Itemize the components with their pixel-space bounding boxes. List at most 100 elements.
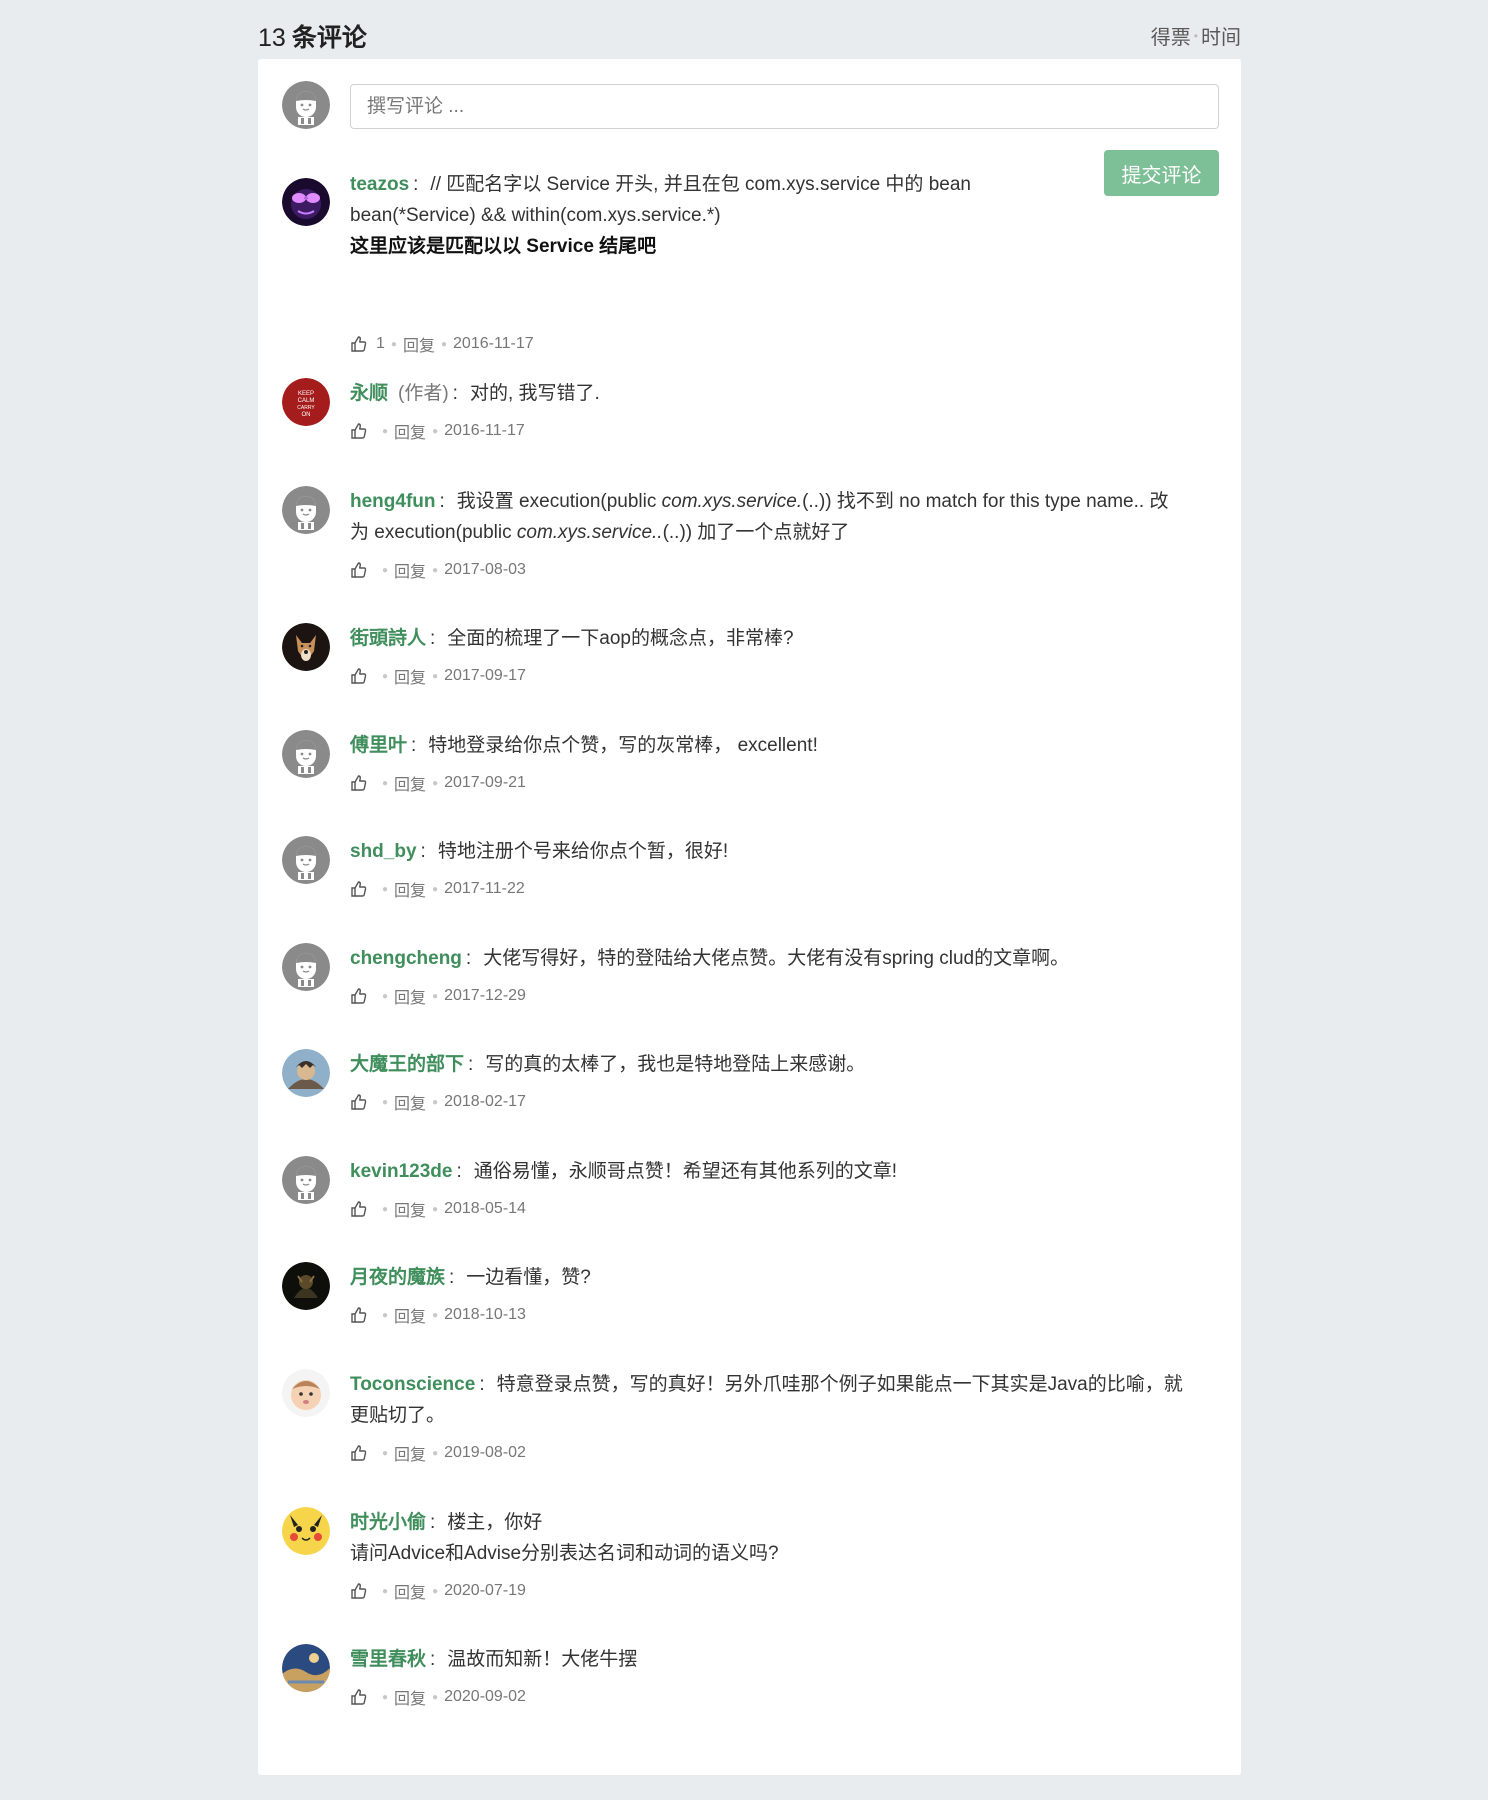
comment-text: 我设置 execution(public xyxy=(456,491,662,512)
reply-link[interactable]: 回复 xyxy=(394,877,426,901)
thumbs-up-icon[interactable] xyxy=(350,1200,368,1218)
username[interactable]: kevin123de xyxy=(350,1161,452,1182)
default-avatar-icon xyxy=(282,730,330,778)
reply-link[interactable]: 回复 xyxy=(394,558,426,582)
avatar[interactable] xyxy=(282,1507,330,1555)
svg-text:KEEP: KEEP xyxy=(298,391,314,397)
username[interactable]: 街頭詩人 xyxy=(350,628,426,649)
comment-text-line: // 匹配名字以 Service 开头, 并且在包 com.xys.servic… xyxy=(430,174,971,195)
comment-date: 2020-07-19 xyxy=(444,1582,526,1599)
comment-text: 特意登录点赞，写的真好！另外爪哇那个例子如果能点一下其实是Java的比喻，就 xyxy=(496,1374,1183,1395)
comment-text: 大佬写得好，特的登陆给大佬点赞。大佬有没有spring clud的文章啊。 xyxy=(483,948,1070,969)
default-avatar-icon xyxy=(282,836,330,884)
avatar[interactable] xyxy=(282,178,330,226)
comment-body: heng4fun: 我设置 execution(public com.xys.se… xyxy=(350,491,1169,543)
avatar[interactable] xyxy=(282,1644,330,1692)
thumbs-up-icon[interactable] xyxy=(350,987,368,1005)
reply-link[interactable]: 回复 xyxy=(394,664,426,688)
thumbs-up-icon[interactable] xyxy=(350,667,368,685)
svg-text:ON: ON xyxy=(302,412,311,418)
comment-text: 温故而知新！大佬牛摆 xyxy=(447,1649,638,1670)
username[interactable]: 时光小偷 xyxy=(350,1512,426,1533)
thumbs-up-icon[interactable] xyxy=(350,1444,368,1462)
comment-date: 2018-02-17 xyxy=(444,1093,526,1110)
username[interactable]: teazos xyxy=(350,174,409,195)
username[interactable]: shd_by xyxy=(350,841,417,862)
avatar[interactable] xyxy=(282,943,330,991)
thumbs-up-icon[interactable] xyxy=(350,561,368,579)
avatar[interactable]: KEEP CALM CARRY ON xyxy=(282,378,330,426)
username[interactable]: 大魔王的部下 xyxy=(350,1054,464,1075)
reply-link[interactable]: 回复 xyxy=(394,1685,426,1709)
dark-avatar-icon xyxy=(282,1262,330,1310)
comment-text: 特地登录给你点个赞，写的灰常棒， excellent! xyxy=(428,735,818,756)
reply-link[interactable]: 回复 xyxy=(394,419,426,443)
comment-text-line: bean(*Service) && within(com.xys.service… xyxy=(350,205,721,226)
thumbs-up-icon[interactable] xyxy=(350,1582,368,1600)
comment-date: 2019-08-02 xyxy=(444,1444,526,1461)
avatar[interactable] xyxy=(282,730,330,778)
thumbs-up-icon[interactable] xyxy=(350,1688,368,1706)
comment-text-line: 更贴切了。 xyxy=(350,1405,446,1426)
comment-body: chengcheng: 大佬写得好，特的登陆给大佬点赞。大佬有没有spring c… xyxy=(350,948,1070,969)
avatar[interactable] xyxy=(282,836,330,884)
anime-avatar-icon xyxy=(282,1049,330,1097)
reply-link[interactable]: 回复 xyxy=(394,984,426,1008)
avatar[interactable] xyxy=(282,486,330,534)
thumbs-up-icon[interactable] xyxy=(350,1306,368,1324)
comment-text: 对的, 我写错了. xyxy=(469,383,600,404)
keep-calm-avatar-icon: KEEP CALM CARRY ON xyxy=(282,378,330,426)
comment-date: 2017-11-22 xyxy=(444,880,525,897)
comments-count: 13 xyxy=(258,23,286,52)
thumbs-up-icon[interactable] xyxy=(350,774,368,792)
sort-by-votes[interactable]: 得票 xyxy=(1151,21,1191,50)
comment-text: (..)) 找不到 no match for this type name.. … xyxy=(802,491,1169,512)
comment-text: 全面的梳理了一下aop的概念点，非常棒? xyxy=(447,628,794,649)
username[interactable]: 雪里春秋 xyxy=(350,1649,426,1670)
comment-date: 2018-10-13 xyxy=(444,1306,526,1323)
comment-body: 街頭詩人: 全面的梳理了一下aop的概念点，非常棒? xyxy=(350,628,794,649)
thumbs-up-icon[interactable] xyxy=(350,422,368,440)
comment-meta: ● 回复 ● 2020-09-02 xyxy=(350,1686,526,1708)
username[interactable]: chengcheng xyxy=(350,948,462,969)
reply-link[interactable]: 回复 xyxy=(394,1090,426,1114)
avatar[interactable] xyxy=(282,1049,330,1097)
comment-date: 2017-09-21 xyxy=(444,774,526,791)
avatar[interactable] xyxy=(282,1262,330,1310)
reply-link[interactable]: 回复 xyxy=(394,1197,426,1221)
comments-panel: 提交评论 teazos:// 匹配名字以 Service 开头, 并且在包 co… xyxy=(258,59,1241,1775)
reply-link[interactable]: 回复 xyxy=(394,1579,426,1603)
username[interactable]: heng4fun xyxy=(350,491,436,512)
thumbs-up-icon[interactable] xyxy=(350,880,368,898)
sort-by-time[interactable]: 时间 xyxy=(1201,21,1241,50)
username[interactable]: 傅里叶 xyxy=(350,735,407,756)
comment-meta: ● 回复 ● 2018-10-13 xyxy=(350,1304,526,1326)
username[interactable]: 永顺 xyxy=(350,383,388,404)
comment-text: 一边看懂，赞? xyxy=(466,1267,591,1288)
avatar[interactable] xyxy=(282,623,330,671)
comment-meta: ● 回复 ● 2018-05-14 xyxy=(350,1198,526,1220)
reply-link[interactable]: 回复 xyxy=(394,771,426,795)
thumbs-up-icon[interactable] xyxy=(350,1093,368,1111)
comment-input[interactable] xyxy=(350,84,1219,129)
reply-link[interactable]: 回复 xyxy=(394,1441,426,1465)
comment-body: Toconscience: 特意登录点赞，写的真好！另外爪哇那个例子如果能点一下其… xyxy=(350,1369,1220,1431)
comment-text-line: 请问Advice和Advise分别表达名词和动词的语义吗? xyxy=(350,1543,779,1564)
reply-link[interactable]: 回复 xyxy=(394,1303,426,1327)
comment-date: 2016-11-17 xyxy=(453,335,534,352)
comment-meta: ● 回复 ● 2017-11-22 xyxy=(350,878,525,900)
comments-title: 条评论 xyxy=(291,23,367,52)
comments-header: 13 条评论 得票 • 时间 xyxy=(258,0,1241,57)
comment-date: 2017-12-29 xyxy=(444,987,526,1004)
username[interactable]: 月夜的魔族 xyxy=(350,1267,445,1288)
reply-link[interactable]: 回复 xyxy=(403,332,435,356)
comment-text-italic: com.xys.service. xyxy=(661,491,803,512)
comment-text-italic: com.xys.service.. xyxy=(516,522,663,543)
thumbs-up-icon[interactable] xyxy=(350,335,368,353)
comment-meta: ● 回复 ● 2017-08-03 xyxy=(350,559,526,581)
avatar[interactable] xyxy=(282,1156,330,1204)
username[interactable]: Toconscience xyxy=(350,1374,475,1395)
comment-body: teazos:// 匹配名字以 Service 开头, 并且在包 com.xys… xyxy=(350,169,1220,262)
avatar[interactable] xyxy=(282,1369,330,1417)
sort-separator: • xyxy=(1193,28,1198,43)
